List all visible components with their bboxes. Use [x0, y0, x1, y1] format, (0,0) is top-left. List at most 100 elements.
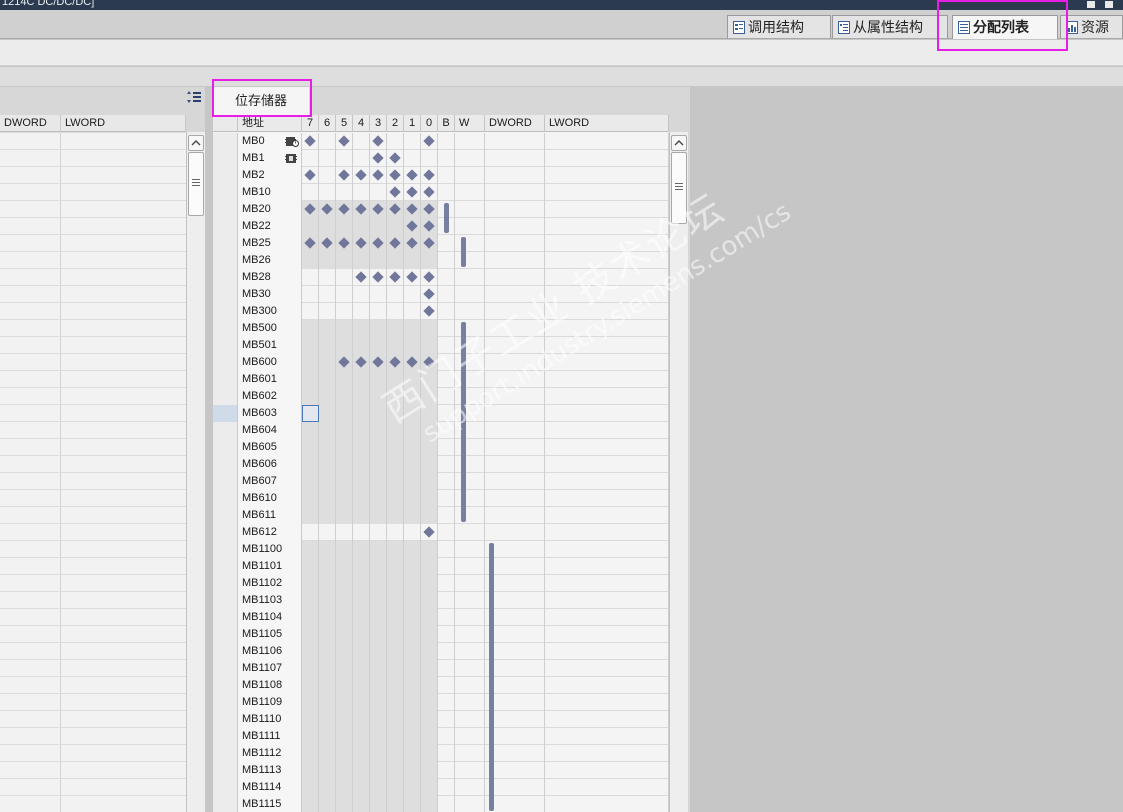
bit-cell[interactable] — [336, 150, 353, 167]
bit-cell[interactable] — [302, 473, 319, 490]
bit-cell[interactable] — [370, 677, 387, 694]
row-header[interactable] — [213, 575, 238, 592]
bit-cell[interactable] — [404, 354, 421, 371]
bit-cell[interactable] — [336, 167, 353, 184]
row-header[interactable] — [213, 677, 238, 694]
row-header[interactable] — [213, 388, 238, 405]
table-row[interactable]: MB28 — [213, 269, 669, 286]
table-row[interactable]: MB10 — [213, 184, 669, 201]
bit-cell[interactable] — [353, 575, 370, 592]
bit-cell[interactable] — [353, 541, 370, 558]
row-header[interactable] — [213, 422, 238, 439]
bit-cell[interactable] — [319, 473, 336, 490]
bit-cell[interactable] — [404, 728, 421, 745]
bit-cell[interactable] — [336, 626, 353, 643]
bit-cell[interactable] — [336, 354, 353, 371]
bit-cell[interactable] — [370, 439, 387, 456]
bit-cell[interactable] — [370, 473, 387, 490]
row-header[interactable] — [213, 439, 238, 456]
bit-cell[interactable] — [404, 592, 421, 609]
byte-cell[interactable] — [438, 286, 455, 303]
minimize-icon[interactable] — [1087, 1, 1095, 8]
lword-cell[interactable] — [545, 643, 669, 660]
byte-cell[interactable] — [438, 694, 455, 711]
bit-cell[interactable] — [387, 541, 404, 558]
bit-cell[interactable] — [404, 269, 421, 286]
byte-cell[interactable] — [438, 643, 455, 660]
bit-cell[interactable] — [387, 524, 404, 541]
bit-cell[interactable] — [387, 337, 404, 354]
bit-cell[interactable] — [336, 728, 353, 745]
lword-cell[interactable] — [545, 371, 669, 388]
table-row[interactable]: MB22 — [213, 218, 669, 235]
bit-cell[interactable] — [387, 626, 404, 643]
dword-cell[interactable] — [485, 439, 545, 456]
lword-cell[interactable] — [545, 133, 669, 150]
bit-cell[interactable] — [370, 626, 387, 643]
bit-cell[interactable] — [319, 150, 336, 167]
row-header[interactable] — [213, 779, 238, 796]
word-cell[interactable] — [455, 796, 485, 812]
row-header[interactable] — [213, 184, 238, 201]
word-cell[interactable] — [455, 745, 485, 762]
bit-cell[interactable] — [319, 388, 336, 405]
restore-icon[interactable] — [1105, 1, 1113, 8]
dword-cell[interactable] — [485, 694, 545, 711]
bit-cell[interactable] — [302, 371, 319, 388]
table-row[interactable]: MB1105 — [213, 626, 669, 643]
bit-cell[interactable] — [387, 320, 404, 337]
bit-cell[interactable] — [336, 456, 353, 473]
bit-cell[interactable] — [336, 745, 353, 762]
bit-cell[interactable] — [319, 133, 336, 150]
lword-cell[interactable] — [545, 150, 669, 167]
row-header[interactable] — [213, 133, 238, 150]
row-header[interactable] — [213, 728, 238, 745]
bit-cell[interactable] — [421, 354, 438, 371]
bit-cell[interactable] — [353, 269, 370, 286]
dword-cell[interactable] — [485, 711, 545, 728]
table-row[interactable]: MB1108 — [213, 677, 669, 694]
table-row[interactable]: MB20 — [213, 201, 669, 218]
table-row[interactable]: MB602 — [213, 388, 669, 405]
dword-cell[interactable] — [485, 490, 545, 507]
bit-cell[interactable] — [319, 660, 336, 677]
table-row[interactable]: MB26 — [213, 252, 669, 269]
bit-cell[interactable] — [353, 762, 370, 779]
bit-cell[interactable] — [302, 150, 319, 167]
dword-cell[interactable] — [485, 286, 545, 303]
bit-cell[interactable] — [302, 269, 319, 286]
table-row[interactable]: MB611 — [213, 507, 669, 524]
lword-cell[interactable] — [545, 286, 669, 303]
row-header[interactable] — [213, 541, 238, 558]
bit-cell[interactable] — [319, 371, 336, 388]
word-cell[interactable] — [455, 490, 485, 507]
tab-call-structure[interactable]: 调用结构 — [727, 15, 831, 38]
lword-cell[interactable] — [545, 524, 669, 541]
bit-cell[interactable] — [336, 320, 353, 337]
bit-cell[interactable] — [370, 354, 387, 371]
lword-cell[interactable] — [545, 728, 669, 745]
bit-cell[interactable] — [404, 507, 421, 524]
bit-cell[interactable] — [353, 235, 370, 252]
lword-cell[interactable] — [545, 388, 669, 405]
table-row[interactable]: MB604 — [213, 422, 669, 439]
bit-cell[interactable] — [421, 694, 438, 711]
scroll-up-button[interactable] — [188, 135, 204, 151]
word-cell[interactable] — [455, 439, 485, 456]
bit-cell[interactable] — [387, 252, 404, 269]
bit-cell[interactable] — [302, 524, 319, 541]
bit-cell[interactable] — [370, 592, 387, 609]
bit-cell[interactable] — [319, 490, 336, 507]
bit-cell[interactable] — [319, 694, 336, 711]
byte-cell[interactable] — [438, 235, 455, 252]
byte-cell[interactable] — [438, 303, 455, 320]
row-header[interactable] — [213, 473, 238, 490]
lword-cell[interactable] — [545, 252, 669, 269]
bit-cell[interactable] — [370, 337, 387, 354]
bit-cell[interactable] — [421, 184, 438, 201]
lword-cell[interactable] — [545, 575, 669, 592]
scroll-thumb[interactable] — [188, 152, 204, 216]
bit-cell[interactable] — [404, 643, 421, 660]
dword-cell[interactable] — [485, 201, 545, 218]
byte-cell[interactable] — [438, 762, 455, 779]
